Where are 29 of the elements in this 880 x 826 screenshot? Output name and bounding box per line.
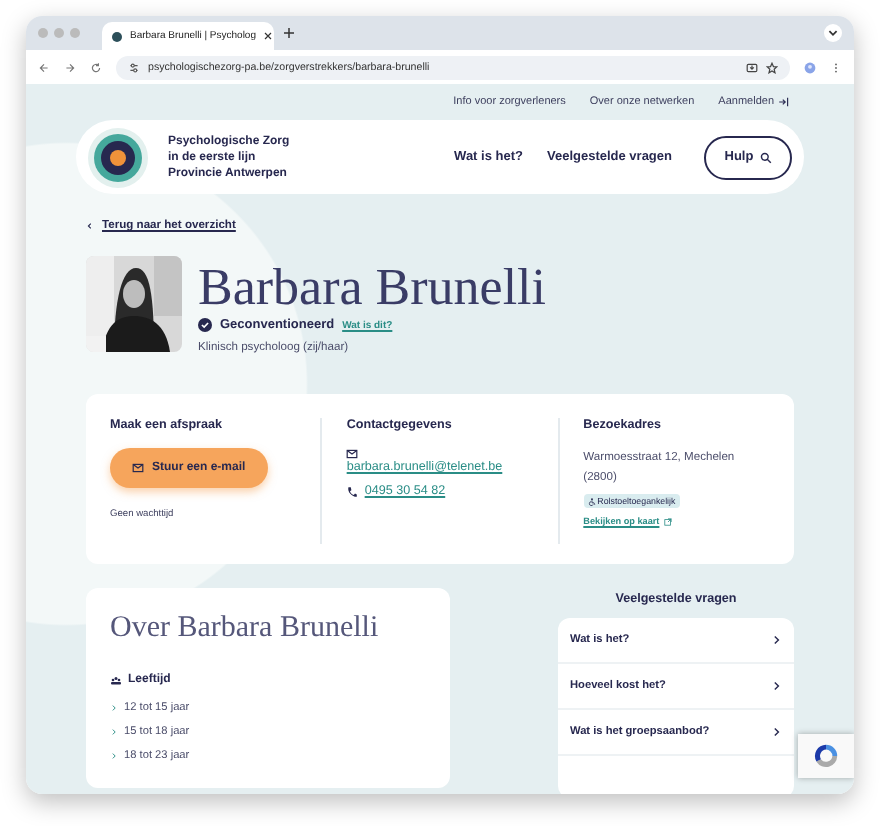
external-link-icon xyxy=(663,517,672,525)
chevron-icon xyxy=(770,680,782,692)
mail-icon xyxy=(132,462,144,474)
phone-icon xyxy=(346,485,359,497)
back-arrow-icon[interactable] xyxy=(38,61,50,73)
install-icon[interactable] xyxy=(746,61,758,73)
chevron-icon xyxy=(770,726,782,738)
favicon-icon xyxy=(112,31,122,41)
site-settings-icon[interactable] xyxy=(128,61,140,73)
profile-name: Barbara Brunelli xyxy=(198,260,546,316)
tab-menu-icon[interactable] xyxy=(824,24,842,42)
star-icon[interactable] xyxy=(766,61,778,73)
search-icon xyxy=(759,151,772,163)
chevron-icon xyxy=(110,752,118,760)
recaptcha-badge[interactable] xyxy=(798,734,854,778)
chevron-icon xyxy=(770,634,782,646)
mail-icon xyxy=(346,448,359,460)
login-icon xyxy=(778,96,790,108)
chevron-icon xyxy=(110,704,118,712)
reload-icon[interactable] xyxy=(90,61,102,73)
people-icon xyxy=(110,674,122,686)
close-icon[interactable] xyxy=(264,32,272,40)
forward-arrow-icon[interactable] xyxy=(64,61,76,73)
about-title: Over Barbara Brunelli xyxy=(110,612,381,646)
new-tab-icon[interactable] xyxy=(284,28,294,38)
verified-check-icon xyxy=(198,318,212,332)
wheelchair-icon xyxy=(587,497,596,505)
logo-icon[interactable] xyxy=(88,127,148,187)
chevron-icon xyxy=(110,728,118,736)
